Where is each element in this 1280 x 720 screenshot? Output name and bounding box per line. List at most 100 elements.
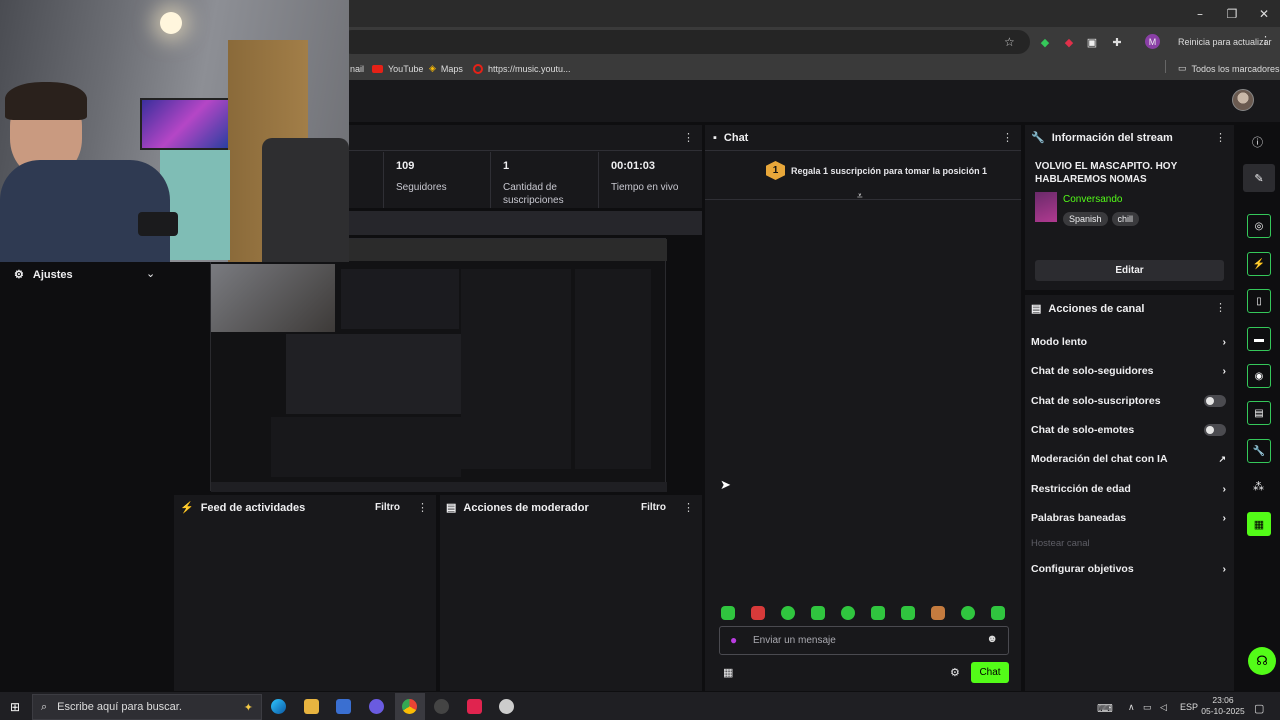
emote-icon[interactable]	[931, 606, 945, 620]
chevron-down-icon[interactable]: ⌄	[146, 267, 155, 280]
language-indicator[interactable]: ESP	[1180, 702, 1198, 712]
gift-prompt[interactable]: Regala 1 suscripción para tomar la posic…	[791, 166, 987, 176]
bookmark-mail[interactable]: nail	[350, 61, 364, 76]
all-bookmarks[interactable]: ▭ Todos los marcadores	[1178, 61, 1280, 76]
emotes-only-toggle[interactable]	[1204, 424, 1226, 436]
kebab-icon[interactable]: ⋮	[1260, 34, 1271, 47]
star-icon[interactable]: ☆	[1004, 35, 1015, 49]
action-subscribers-only[interactable]: Chat de solo-suscriptores	[1031, 395, 1226, 407]
category-name[interactable]: Conversando	[1063, 194, 1122, 205]
action-ai-moderation[interactable]: Moderación del chat con IA ↗	[1031, 453, 1226, 465]
taskbar-search[interactable]: ⌕ Escribe aquí para buscar. ✦	[32, 694, 262, 720]
collapse-icon[interactable]: ⩡	[857, 191, 863, 202]
stats-divider	[342, 150, 702, 151]
folder-icon: ▭	[1178, 63, 1187, 73]
emote-icon[interactable]	[901, 606, 915, 620]
settings-toggle[interactable]: ⚙ Ajustes	[14, 268, 73, 282]
moderator-title: Acciones de moderador	[463, 501, 589, 514]
emote-icon[interactable]	[721, 606, 735, 620]
share-icon[interactable]: ⁂	[1253, 480, 1264, 493]
network-icon[interactable]: ▭	[1143, 702, 1152, 713]
bookmark-maps[interactable]: ◈ Maps	[429, 61, 463, 76]
bookmark-music[interactable]: https://music.youtu...	[473, 61, 571, 76]
profile-avatar[interactable]: M	[1145, 34, 1160, 49]
tray-expand-icon[interactable]: ∧	[1128, 702, 1135, 713]
layers-icon[interactable]: ▤	[1247, 401, 1271, 425]
bookmark-youtube[interactable]: YouTube	[372, 61, 423, 76]
emote-icon[interactable]	[841, 606, 855, 620]
edge-icon[interactable]	[271, 699, 286, 714]
maximize-button[interactable]: ❐	[1216, 0, 1248, 27]
action-followers-only[interactable]: Chat de solo-seguidores ›	[1031, 365, 1226, 377]
minimize-button[interactable]: –	[1184, 0, 1216, 27]
action-host-channel: Hostear canal	[1031, 538, 1090, 549]
tag-spanish[interactable]: Spanish	[1063, 212, 1108, 226]
shield-icon[interactable]: ◆	[1038, 35, 1052, 49]
user-avatar[interactable]	[1232, 89, 1254, 111]
nested-stats	[341, 269, 459, 329]
volume-icon[interactable]: ◁	[1160, 702, 1167, 713]
app-icon[interactable]	[499, 699, 514, 714]
subscribers-only-toggle[interactable]	[1204, 395, 1226, 407]
edit-button[interactable]: Editar	[1035, 260, 1224, 281]
broadcast-icon[interactable]: ◉	[1247, 364, 1271, 388]
info-icon[interactable]: ⓘ	[1252, 134, 1263, 150]
kebab-icon[interactable]: ⋮	[417, 501, 428, 514]
chat-send-button[interactable]: Chat	[971, 662, 1009, 683]
microphone-icon[interactable]: ●	[730, 633, 737, 647]
keyboard-icon[interactable]: ⌨	[1097, 702, 1113, 715]
emote-icon[interactable]	[751, 606, 765, 620]
clapperboard-icon[interactable]: ▦	[1247, 512, 1271, 536]
lightning-icon[interactable]: ⚡	[1247, 252, 1271, 276]
app-icon[interactable]	[434, 699, 449, 714]
action-set-goals[interactable]: Configurar objetivos ›	[1031, 563, 1226, 575]
tiktok-icon[interactable]	[467, 699, 482, 714]
shield-icon: ▤	[1031, 303, 1042, 315]
emote-icon[interactable]	[811, 606, 825, 620]
stat-followers: 109 Seguidores	[383, 152, 490, 208]
emote-icon[interactable]	[991, 606, 1005, 620]
puzzle-icon[interactable]: ✚	[1110, 35, 1124, 49]
close-window-button[interactable]: ✕	[1248, 0, 1280, 27]
action-slow-mode[interactable]: Modo lento ›	[1031, 336, 1226, 348]
emote-icon[interactable]	[781, 606, 795, 620]
chat-input[interactable]: ● Enviar un mensaje ☻	[719, 626, 1009, 655]
chrome-icon[interactable]	[402, 699, 417, 714]
help-icon[interactable]: ☊	[1248, 647, 1276, 675]
screenshot-icon[interactable]: ▣	[1085, 35, 1099, 49]
kebab-icon[interactable]: ⋮	[683, 131, 694, 144]
message-icon[interactable]: ▬	[1247, 327, 1271, 351]
pencil-icon[interactable]: ✎	[1243, 164, 1275, 192]
clock[interactable]: 23:06 05-10-2025	[1201, 695, 1245, 717]
store-app-icon[interactable]	[336, 699, 351, 714]
document-icon[interactable]: ▯	[1247, 289, 1271, 313]
emote-icon[interactable]	[961, 606, 975, 620]
extension-icon[interactable]: ◆	[1062, 35, 1076, 49]
windows-start-icon[interactable]: ⊞	[10, 700, 20, 714]
left-sidebar	[0, 262, 171, 692]
emoji-icon[interactable]: ☻	[986, 633, 998, 645]
kebab-icon[interactable]: ⋮	[1002, 131, 1013, 144]
notifications-icon[interactable]: ▢	[1254, 702, 1264, 715]
tag-chill[interactable]: chill	[1111, 212, 1140, 226]
emote-icon[interactable]	[871, 606, 885, 620]
moderator-filter-button[interactable]: Filtro	[641, 502, 666, 513]
wrench-icon[interactable]: 🔧	[1247, 439, 1271, 463]
kebab-icon[interactable]: ⋮	[683, 501, 694, 514]
action-emotes-only[interactable]: Chat de solo-emotes	[1031, 424, 1226, 436]
kebab-icon[interactable]: ⋮	[1215, 131, 1226, 144]
chat-placeholder: Enviar un mensaje	[753, 635, 836, 646]
settings-gear-icon[interactable]: ⚙	[950, 666, 960, 679]
feed-filter-button[interactable]: Filtro	[375, 502, 400, 513]
kebab-icon[interactable]: ⋮	[1215, 301, 1226, 314]
chat-divider	[705, 150, 1021, 151]
file-explorer-icon[interactable]	[304, 699, 319, 714]
obs-icon[interactable]	[369, 699, 384, 714]
capture-icon[interactable]: ◎	[1247, 214, 1271, 238]
url-field[interactable]	[340, 30, 1030, 54]
store-icon[interactable]: ▦	[723, 666, 733, 679]
stream-preview-header	[342, 211, 702, 235]
action-banned-words[interactable]: Palabras baneadas ›	[1031, 512, 1226, 524]
stat-subscriptions: 1 Cantidad de suscripciones	[490, 152, 598, 208]
action-age-restriction[interactable]: Restricción de edad ›	[1031, 483, 1226, 495]
